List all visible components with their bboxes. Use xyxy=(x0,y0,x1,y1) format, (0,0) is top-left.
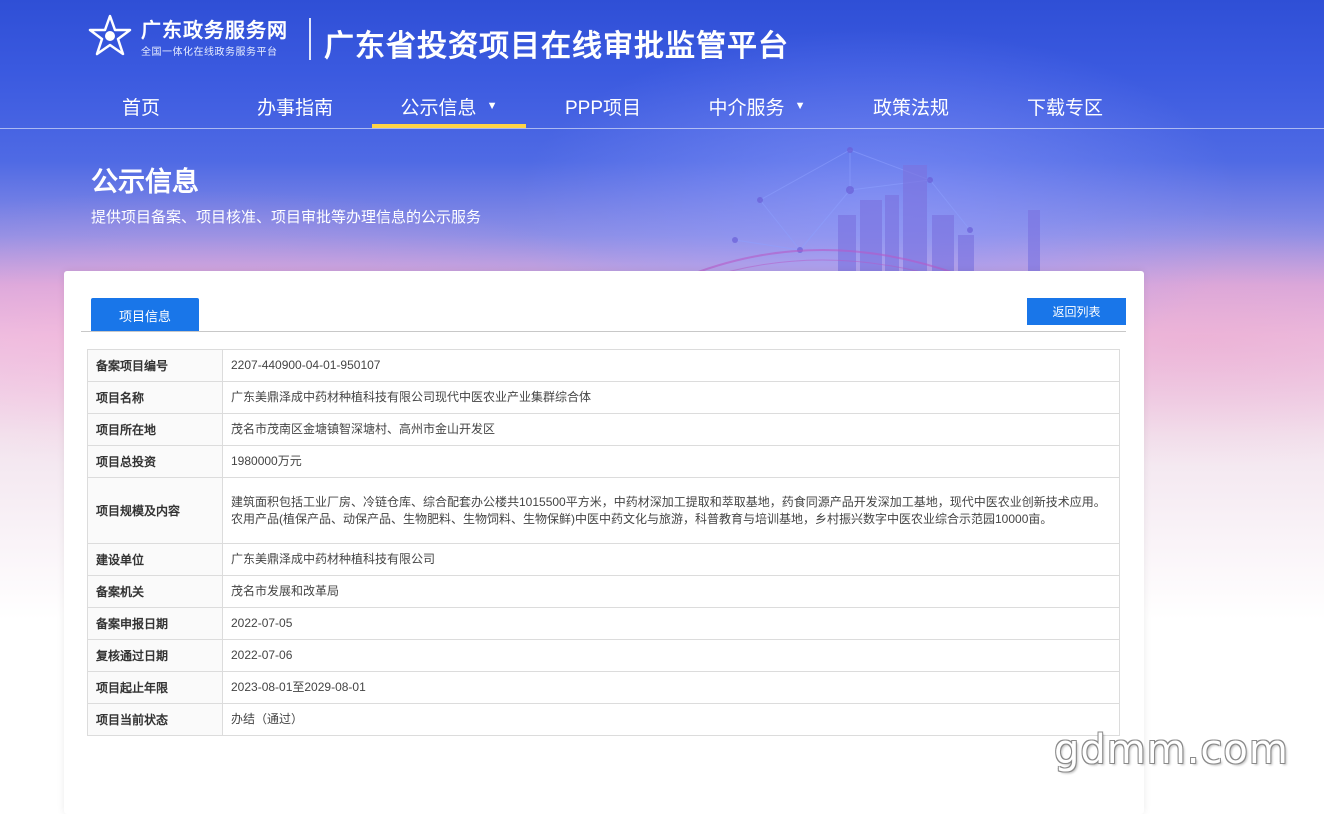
row-label: 建设单位 xyxy=(87,543,223,576)
row-value: 2022-07-05 xyxy=(222,607,1120,640)
platform-title: 广东省投资项目在线审批监管平台 xyxy=(324,30,789,63)
site-watermark: gdmm.com xyxy=(1054,727,1289,773)
row-value: 广东美鼎泽成中药材种植科技有限公司 xyxy=(222,543,1120,576)
guangdong-logo-icon[interactable] xyxy=(88,14,132,58)
caret-down-icon: ▼ xyxy=(794,100,806,112)
row-label: 复核通过日期 xyxy=(87,639,223,672)
row-label: 项目起止年限 xyxy=(87,671,223,704)
table-row: 复核通过日期 2022-07-06 xyxy=(87,639,1120,672)
row-value: 广东美鼎泽成中药材种植科技有限公司现代中医农业产业集群综合体 xyxy=(222,381,1120,414)
project-info-card: 项目信息 返回列表 备案项目编号 2207-440900-04-01-95010… xyxy=(64,271,1144,814)
nav-item-policy[interactable]: 政策法规 xyxy=(834,84,988,128)
nav-label: 首页 xyxy=(121,97,160,119)
table-row: 备案机关 茂名市发展和改革局 xyxy=(87,575,1120,608)
nav-label: 政策法规 xyxy=(872,97,949,119)
row-value: 茂名市茂南区金塘镇智深塘村、高州市金山开发区 xyxy=(222,413,1120,446)
table-row: 项目名称 广东美鼎泽成中药材种植科技有限公司现代中医农业产业集群综合体 xyxy=(87,381,1120,414)
tab-project-info[interactable]: 项目信息 xyxy=(91,298,199,332)
row-label: 项目规模及内容 xyxy=(87,477,223,544)
row-label: 项目当前状态 xyxy=(87,703,223,736)
brand-subtitle: 全国一体化在线政务服务平台 xyxy=(141,47,278,58)
nav-label: 公示信息 xyxy=(400,97,477,119)
row-label: 项目名称 xyxy=(87,381,223,414)
site-header: 广东政务服务网 全国一体化在线政务服务平台 广东省投资项目在线审批监管平台 xyxy=(0,0,1324,80)
nav-divider xyxy=(0,128,1324,129)
caret-down-icon: ▼ xyxy=(486,100,498,112)
table-row: 项目所在地 茂名市茂南区金塘镇智深塘村、高州市金山开发区 xyxy=(87,413,1120,446)
nav-item-intermediary[interactable]: 中介服务 ▼ xyxy=(680,84,834,128)
nav-label: PPP项目 xyxy=(564,97,642,119)
row-value: 建筑面积包括工业厂房、冷链仓库、综合配套办公楼共1015500平方米，中药材深加… xyxy=(222,477,1120,544)
table-row: 项目总投资 1980000万元 xyxy=(87,445,1120,478)
row-label: 备案机关 xyxy=(87,575,223,608)
section-title: 公示信息 xyxy=(91,167,199,197)
brand-name: 广东政务服务网 xyxy=(141,20,288,42)
table-row: 项目规模及内容 建筑面积包括工业厂房、冷链仓库、综合配套办公楼共1015500平… xyxy=(87,477,1120,544)
nav-label: 中介服务 xyxy=(708,97,785,119)
tab-underline xyxy=(81,331,1126,332)
row-label: 项目所在地 xyxy=(87,413,223,446)
main-nav: 首页 办事指南 公示信息 ▼ PPP项目 中介服务 ▼ 政策法规 下载专区 xyxy=(64,84,1142,128)
table-row: 建设单位 广东美鼎泽成中药材种植科技有限公司 xyxy=(87,543,1120,576)
row-value: 2207-440900-04-01-950107 xyxy=(222,349,1120,382)
nav-item-public-info[interactable]: 公示信息 ▼ xyxy=(372,84,526,128)
row-value: 2023-08-01至2029-08-01 xyxy=(222,671,1120,704)
nav-item-home[interactable]: 首页 xyxy=(64,84,218,128)
nav-item-guide[interactable]: 办事指南 xyxy=(218,84,372,128)
table-row: 备案申报日期 2022-07-05 xyxy=(87,607,1120,640)
table-row: 备案项目编号 2207-440900-04-01-950107 xyxy=(87,349,1120,382)
back-to-list-button[interactable]: 返回列表 xyxy=(1027,298,1126,325)
nav-item-download[interactable]: 下载专区 xyxy=(988,84,1142,128)
row-label: 备案申报日期 xyxy=(87,607,223,640)
nav-item-ppp[interactable]: PPP项目 xyxy=(526,84,680,128)
project-info-table: 备案项目编号 2207-440900-04-01-950107 项目名称 广东美… xyxy=(87,349,1120,736)
nav-label: 下载专区 xyxy=(1026,97,1103,119)
table-row: 项目当前状态 办结（通过） xyxy=(87,703,1120,736)
nav-label: 办事指南 xyxy=(256,97,333,119)
logo-divider xyxy=(309,18,311,60)
row-label: 项目总投资 xyxy=(87,445,223,478)
table-row: 项目起止年限 2023-08-01至2029-08-01 xyxy=(87,671,1120,704)
row-label: 备案项目编号 xyxy=(87,349,223,382)
row-value: 办结（通过） xyxy=(222,703,1120,736)
row-value: 2022-07-06 xyxy=(222,639,1120,672)
row-value: 1980000万元 xyxy=(222,445,1120,478)
row-value: 茂名市发展和改革局 xyxy=(222,575,1120,608)
section-subtitle: 提供项目备案、项目核准、项目审批等办理信息的公示服务 xyxy=(91,209,482,226)
